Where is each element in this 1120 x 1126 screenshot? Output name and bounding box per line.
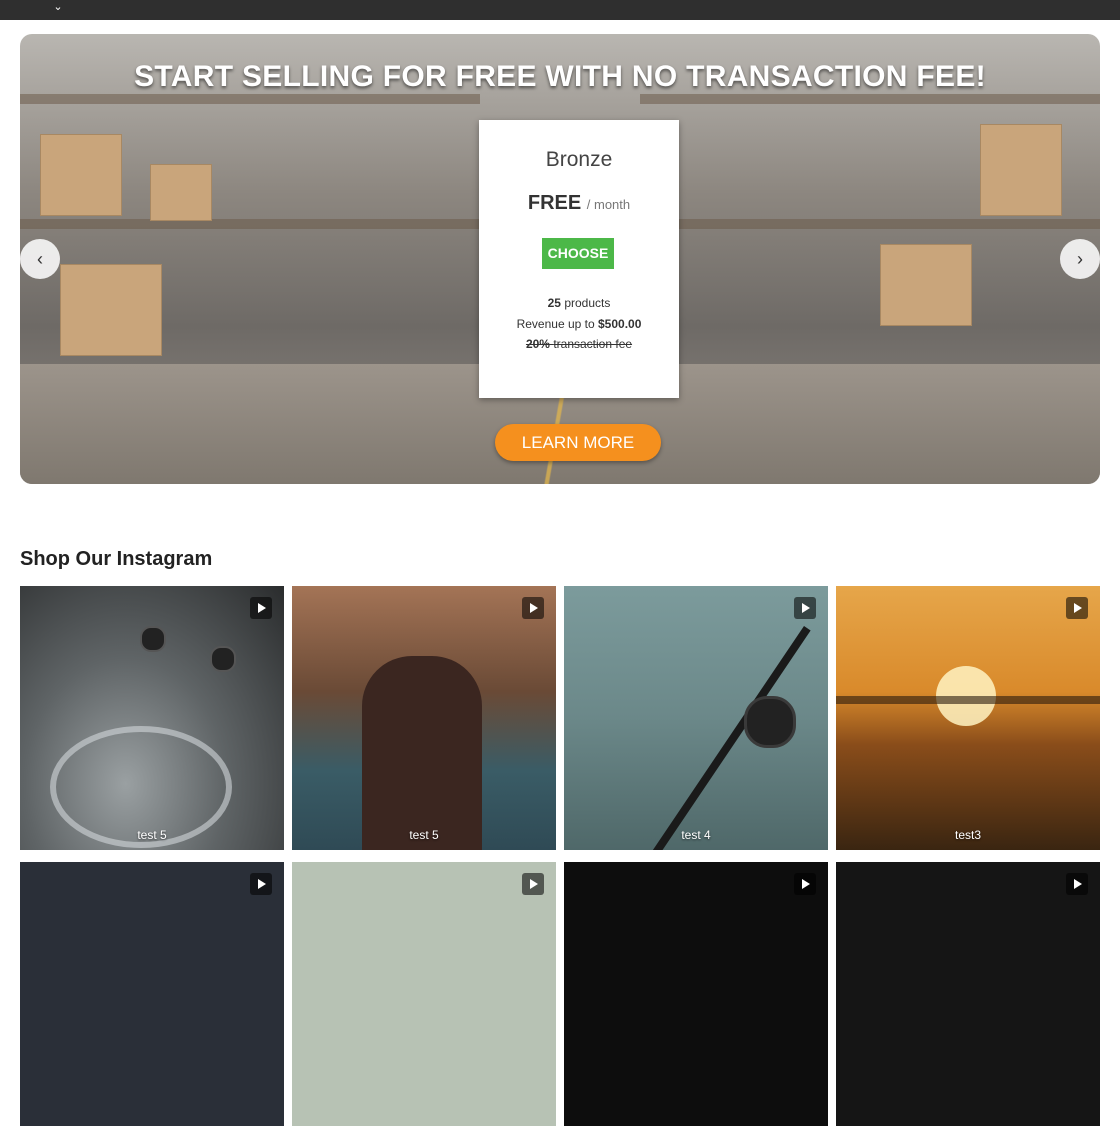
knob-decoration bbox=[210, 646, 236, 672]
play-icon[interactable] bbox=[522, 873, 544, 895]
instagram-tile[interactable] bbox=[836, 862, 1100, 1126]
hero-banner[interactable]: START SELLING FOR FREE WITH NO TRANSACTI… bbox=[20, 34, 1100, 484]
shelf-decoration bbox=[640, 94, 1100, 104]
play-icon[interactable] bbox=[794, 597, 816, 619]
pricing-card: Bronze FREE / month CHOOSE 25 products R… bbox=[479, 120, 679, 398]
skyline-decoration bbox=[836, 696, 1100, 704]
plan-name: Bronze bbox=[545, 148, 613, 171]
plan-products: 25 products bbox=[479, 296, 679, 310]
box-decoration bbox=[980, 124, 1062, 216]
instagram-tile[interactable] bbox=[20, 862, 284, 1126]
plan-fee: 20% transaction fee bbox=[479, 337, 679, 351]
plan-revenue-prefix: Revenue up to bbox=[516, 317, 595, 331]
instagram-tile[interactable] bbox=[292, 862, 556, 1126]
plan-fee-label: transaction fee bbox=[553, 337, 633, 351]
hero-headline: START SELLING FOR FREE WITH NO TRANSACTI… bbox=[134, 60, 986, 93]
instagram-caption: test 4 bbox=[681, 828, 711, 842]
chevron-left-icon: ‹ bbox=[37, 249, 43, 269]
learn-more-button[interactable]: LEARN MORE bbox=[495, 424, 661, 461]
plan-products-label: products bbox=[564, 296, 611, 310]
plan-price: FREE / month bbox=[479, 192, 679, 215]
plan-price-value: FREE bbox=[527, 192, 582, 214]
play-icon[interactable] bbox=[522, 597, 544, 619]
fishing-reel-decoration bbox=[744, 696, 796, 748]
person-decoration bbox=[362, 656, 482, 850]
plan-period: / month bbox=[586, 197, 631, 212]
play-icon[interactable] bbox=[1066, 597, 1088, 619]
instagram-tile[interactable]: test3 bbox=[836, 586, 1100, 850]
play-icon[interactable] bbox=[794, 873, 816, 895]
carousel-prev-button[interactable]: ‹ bbox=[20, 239, 60, 279]
box-decoration bbox=[40, 134, 122, 216]
chevron-right-icon: › bbox=[1077, 249, 1083, 269]
carousel-next-button[interactable]: › bbox=[1060, 239, 1100, 279]
play-icon[interactable] bbox=[250, 873, 272, 895]
plan-fee-value: 20% bbox=[525, 337, 550, 351]
instagram-tile[interactable]: test 5 bbox=[292, 586, 556, 850]
shelf-decoration bbox=[20, 219, 490, 229]
shelf-decoration bbox=[20, 94, 480, 104]
instagram-caption: test 5 bbox=[137, 828, 167, 842]
plan-products-count: 25 bbox=[547, 296, 561, 310]
instagram-tile[interactable]: test 4 bbox=[564, 586, 828, 850]
box-decoration bbox=[150, 164, 212, 221]
instagram-tile[interactable]: test 5 bbox=[20, 586, 284, 850]
section-title: Shop Our Instagram bbox=[20, 548, 213, 570]
plan-revenue-value: $500.00 bbox=[598, 317, 642, 331]
box-decoration bbox=[60, 264, 162, 356]
plan-revenue: Revenue up to $500.00 bbox=[479, 317, 679, 331]
play-icon[interactable] bbox=[250, 597, 272, 619]
instagram-caption: test 5 bbox=[409, 828, 439, 842]
instagram-caption: test3 bbox=[954, 828, 981, 842]
top-bar: ⌄ bbox=[0, 0, 1120, 20]
choose-button[interactable]: CHOOSE bbox=[542, 238, 614, 269]
instagram-tile[interactable] bbox=[564, 862, 828, 1126]
knob-decoration bbox=[140, 626, 166, 652]
chevron-down-icon[interactable]: ⌄ bbox=[52, 1, 64, 13]
shelf-decoration bbox=[630, 219, 1100, 229]
box-decoration bbox=[880, 244, 972, 326]
play-icon[interactable] bbox=[1066, 873, 1088, 895]
